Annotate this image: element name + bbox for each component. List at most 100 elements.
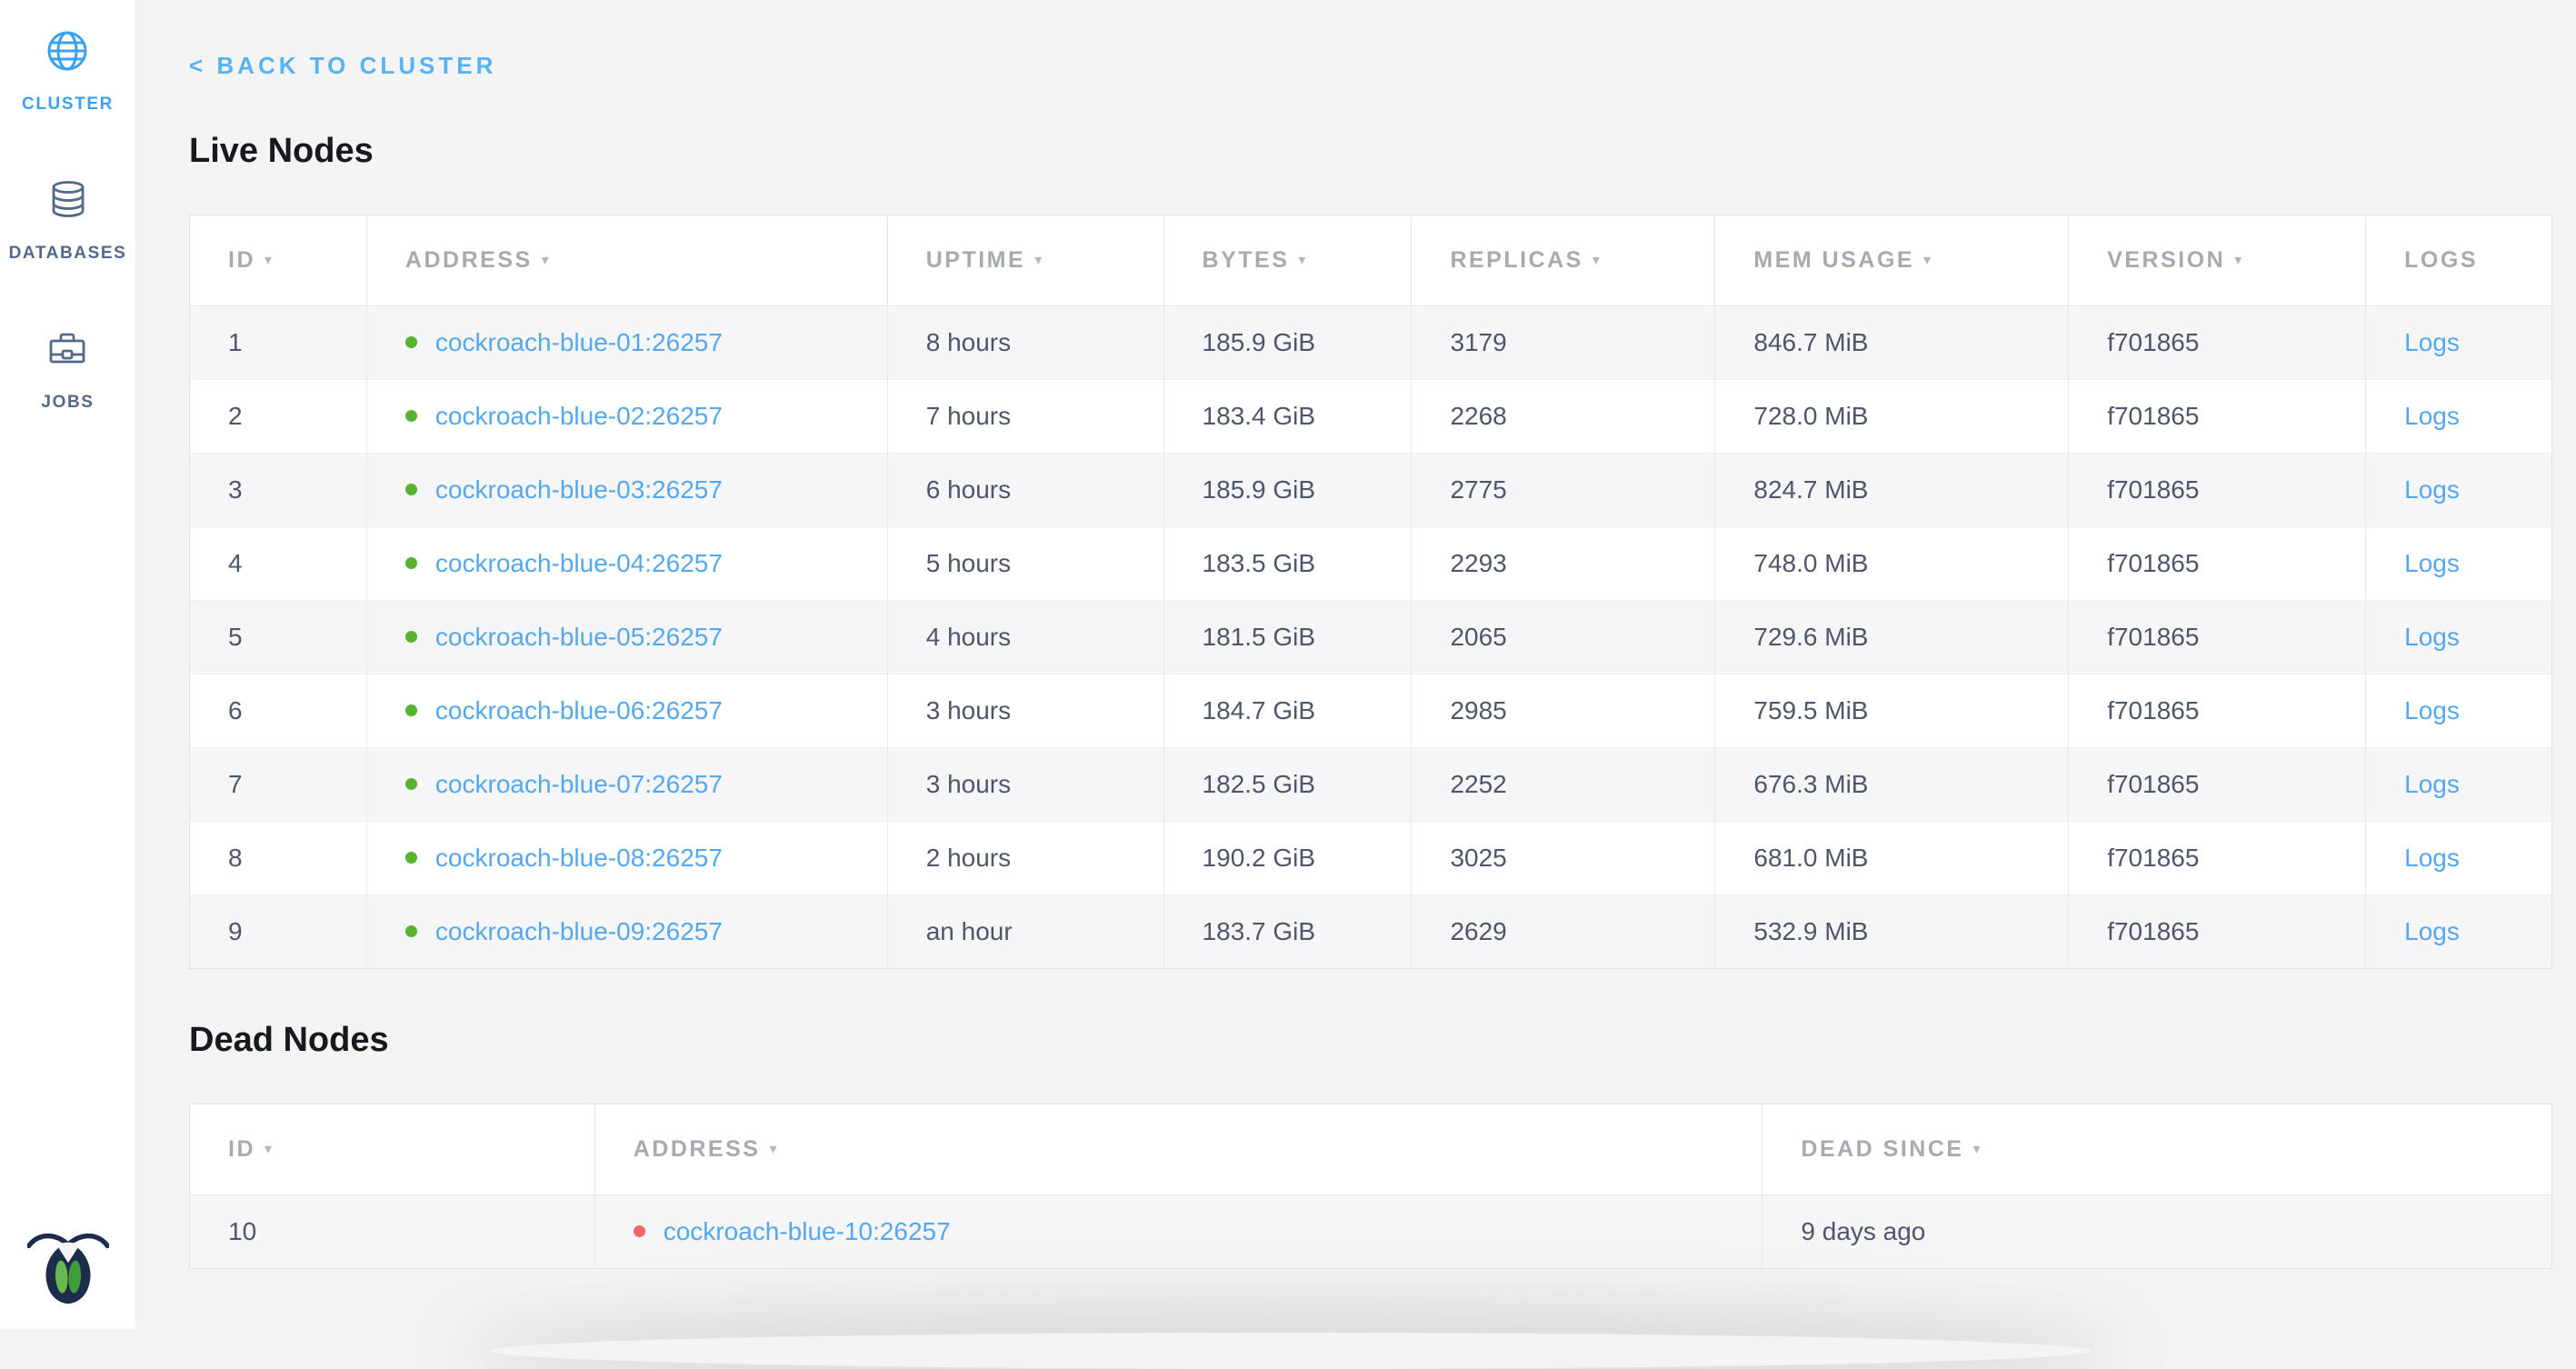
table-row: 6 cockroach-blue-06:26257 3 hours 184.7 … — [190, 675, 2552, 748]
node-mem-usage-cell: 728.0 MiB — [1715, 380, 2069, 454]
sort-arrow-icon: ▾ — [1923, 253, 1931, 268]
column-header-address[interactable]: ADDRESS▾ — [594, 1104, 1762, 1195]
column-header-id[interactable]: ID▾ — [190, 1104, 595, 1195]
node-logs-cell: Logs — [2366, 675, 2552, 748]
column-header-address[interactable]: ADDRESS▾ — [366, 215, 887, 306]
node-mem-usage-cell: 759.5 MiB — [1715, 675, 2069, 748]
node-uptime-cell: 3 hours — [887, 675, 1163, 748]
sidebar-item-label: DATABASES — [9, 244, 127, 264]
node-address-link[interactable]: cockroach-blue-05:26257 — [435, 623, 723, 651]
main-content: < BACK TO CLUSTER Live Nodes ID▾ ADDRESS… — [136, 0, 2576, 1329]
logs-link[interactable]: Logs — [2404, 917, 2460, 945]
node-address-link[interactable]: cockroach-blue-02:26257 — [435, 402, 723, 430]
table-row: 8 cockroach-blue-08:26257 2 hours 190.2 … — [190, 822, 2552, 895]
table-row: 9 cockroach-blue-09:26257 an hour 183.7 … — [190, 895, 2552, 969]
node-id-cell: 8 — [190, 822, 367, 895]
node-address-link[interactable]: cockroach-blue-07:26257 — [435, 770, 723, 798]
table-row: 3 cockroach-blue-03:26257 6 hours 185.9 … — [190, 454, 2552, 527]
back-to-cluster-link[interactable]: < BACK TO CLUSTER — [189, 51, 496, 80]
logs-link[interactable]: Logs — [2404, 623, 2460, 651]
table-row: 1 cockroach-blue-01:26257 8 hours 185.9 … — [190, 306, 2552, 380]
node-replicas-cell: 2775 — [1412, 454, 1715, 527]
sort-arrow-icon: ▾ — [2234, 253, 2242, 268]
node-address-cell: cockroach-blue-03:26257 — [366, 454, 887, 527]
node-healthy-dot-icon — [405, 852, 417, 864]
node-address-cell: cockroach-blue-05:26257 — [366, 601, 887, 675]
column-header-dead-since[interactable]: DEAD SINCE▾ — [1762, 1104, 2552, 1195]
sort-arrow-icon: ▾ — [542, 253, 549, 268]
node-logs-cell: Logs — [2366, 748, 2552, 822]
node-id-cell: 6 — [190, 675, 367, 748]
sort-arrow-icon: ▾ — [1973, 1142, 1981, 1157]
node-dead-dot-icon — [634, 1225, 645, 1237]
node-id-cell: 7 — [190, 748, 367, 822]
column-header-uptime[interactable]: UPTIME▾ — [887, 215, 1163, 306]
table-row: 4 cockroach-blue-04:26257 5 hours 183.5 … — [190, 527, 2552, 601]
node-version-cell: f701865 — [2069, 306, 2366, 380]
logs-link[interactable]: Logs — [2404, 475, 2460, 504]
node-logs-cell: Logs — [2366, 895, 2552, 969]
table-header-row: ID▾ ADDRESS▾ UPTIME▾ BYTES▾ REPLICAS▾ ME… — [190, 215, 2552, 306]
node-address-link[interactable]: cockroach-blue-04:26257 — [435, 549, 723, 577]
node-address-cell: cockroach-blue-10:26257 — [594, 1195, 1762, 1269]
node-uptime-cell: an hour — [887, 895, 1163, 969]
sidebar-item-label: CLUSTER — [22, 95, 114, 115]
logs-link[interactable]: Logs — [2404, 549, 2460, 577]
column-header-replicas[interactable]: REPLICAS▾ — [1412, 215, 1715, 306]
node-replicas-cell: 2985 — [1412, 675, 1715, 748]
node-logs-cell: Logs — [2366, 454, 2552, 527]
node-id-cell: 1 — [190, 306, 367, 380]
node-dead-since-cell: 9 days ago — [1762, 1195, 2552, 1269]
logs-link[interactable]: Logs — [2404, 402, 2460, 430]
node-version-cell: f701865 — [2069, 601, 2366, 675]
node-uptime-cell: 8 hours — [887, 306, 1163, 380]
logs-link[interactable]: Logs — [2404, 770, 2460, 798]
databases-icon — [46, 178, 90, 222]
node-bytes-cell: 182.5 GiB — [1163, 748, 1412, 822]
node-bytes-cell: 185.9 GiB — [1163, 454, 1412, 527]
node-logs-cell: Logs — [2366, 601, 2552, 675]
sidebar-item-jobs[interactable]: JOBS — [41, 327, 94, 413]
node-id-cell: 2 — [190, 380, 367, 454]
node-version-cell: f701865 — [2069, 675, 2366, 748]
sidebar-item-cluster[interactable]: CLUSTER — [22, 29, 114, 115]
node-bytes-cell: 183.4 GiB — [1163, 380, 1412, 454]
logs-link[interactable]: Logs — [2404, 844, 2460, 872]
column-header-bytes[interactable]: BYTES▾ — [1163, 215, 1412, 306]
node-version-cell: f701865 — [2069, 454, 2366, 527]
node-replicas-cell: 2629 — [1412, 895, 1715, 969]
logs-link[interactable]: Logs — [2404, 328, 2460, 356]
node-address-link[interactable]: cockroach-blue-10:26257 — [664, 1217, 951, 1245]
window-bottom-shadow — [491, 1333, 2091, 1369]
table-row: 7 cockroach-blue-07:26257 3 hours 182.5 … — [190, 748, 2552, 822]
node-bytes-cell: 181.5 GiB — [1163, 601, 1412, 675]
node-logs-cell: Logs — [2366, 380, 2552, 454]
cockroach-logo-icon — [27, 1225, 109, 1305]
column-header-mem-usage[interactable]: MEM USAGE▾ — [1715, 215, 2069, 306]
column-header-version[interactable]: VERSION▾ — [2069, 215, 2366, 306]
node-mem-usage-cell: 681.0 MiB — [1715, 822, 2069, 895]
sort-arrow-icon: ▾ — [265, 253, 272, 268]
node-healthy-dot-icon — [405, 704, 417, 716]
node-uptime-cell: 2 hours — [887, 822, 1163, 895]
node-healthy-dot-icon — [405, 631, 417, 643]
sort-arrow-icon: ▾ — [1034, 253, 1042, 268]
node-address-link[interactable]: cockroach-blue-03:26257 — [435, 475, 723, 504]
sidebar-item-databases[interactable]: DATABASES — [9, 178, 127, 264]
column-header-id[interactable]: ID▾ — [190, 215, 367, 306]
node-bytes-cell: 190.2 GiB — [1163, 822, 1412, 895]
node-version-cell: f701865 — [2069, 748, 2366, 822]
node-uptime-cell: 6 hours — [887, 454, 1163, 527]
node-id-cell: 5 — [190, 601, 367, 675]
node-address-link[interactable]: cockroach-blue-08:26257 — [435, 844, 723, 872]
logs-link[interactable]: Logs — [2404, 696, 2460, 724]
node-address-link[interactable]: cockroach-blue-06:26257 — [435, 696, 723, 724]
node-replicas-cell: 2252 — [1412, 748, 1715, 822]
node-address-cell: cockroach-blue-09:26257 — [366, 895, 887, 969]
sort-arrow-icon: ▾ — [1593, 253, 1600, 268]
node-address-cell: cockroach-blue-02:26257 — [366, 380, 887, 454]
node-address-link[interactable]: cockroach-blue-09:26257 — [435, 917, 723, 945]
column-header-logs: LOGS — [2366, 215, 2552, 306]
node-address-link[interactable]: cockroach-blue-01:26257 — [435, 328, 723, 356]
sort-arrow-icon: ▾ — [265, 1142, 272, 1157]
